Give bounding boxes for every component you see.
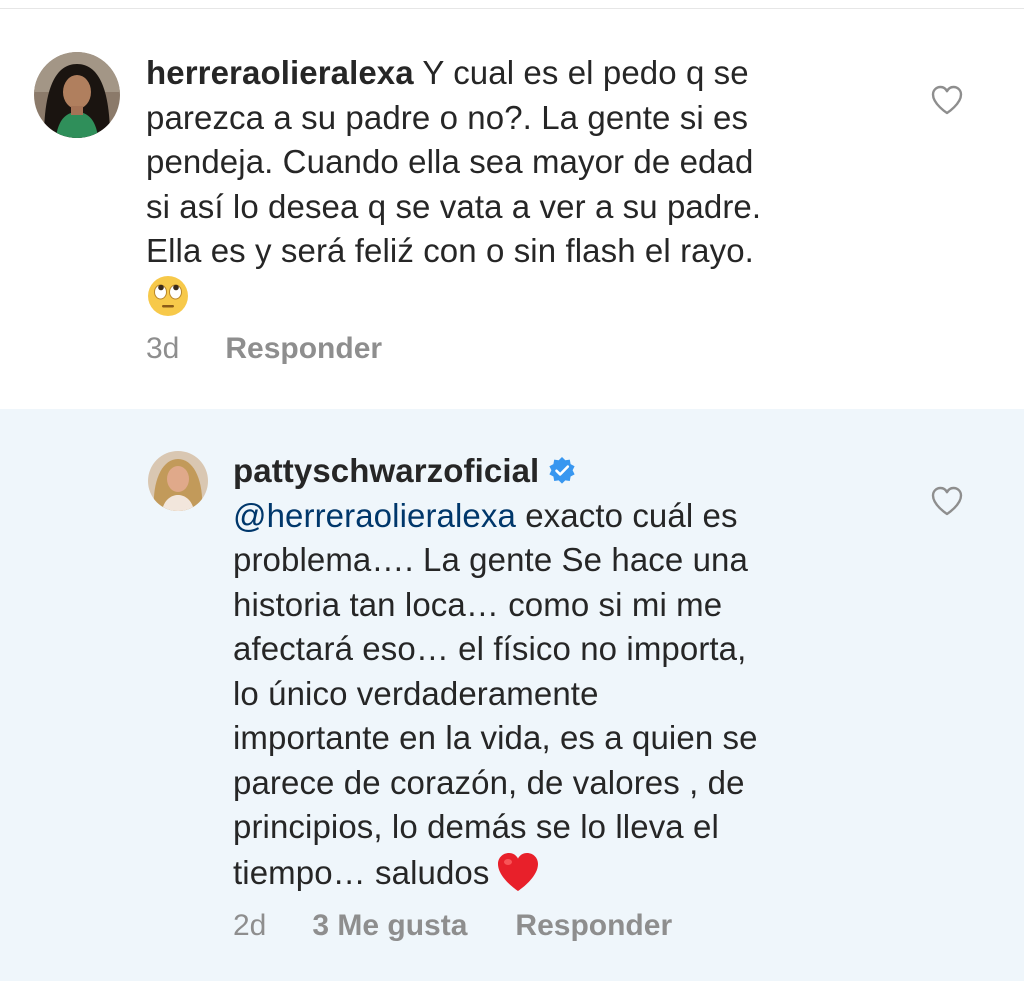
comment-meta: 2d 3 Me gusta Responder <box>233 909 672 943</box>
avatar[interactable] <box>34 52 120 138</box>
comment-timestamp: 2d <box>233 909 267 942</box>
comment-line: parece de corazón, de valores , de <box>233 763 745 801</box>
comment-line: importante en la vida, es a quien se <box>233 719 758 756</box>
face-with-rolling-eyes-emoji <box>146 274 190 318</box>
avatar[interactable] <box>148 451 208 511</box>
like-heart-icon[interactable] <box>930 485 964 517</box>
comment-username[interactable]: herreraolieralexa <box>146 54 414 91</box>
comment-line: problema…. La gente Se hace una <box>233 541 748 578</box>
comment-line: historia tan loca… como si mi me <box>233 585 723 623</box>
comment-meta: 3d Responder <box>146 332 382 366</box>
reply-button[interactable]: Responder <box>515 909 672 943</box>
red-heart-emoji <box>495 850 541 894</box>
comment-line: parezca a su padre o no?. La gente si es <box>146 98 749 136</box>
comment-timestamp: 3d <box>146 332 180 365</box>
comment-username[interactable]: pattyschwarzoficial <box>233 452 539 489</box>
comment-text: herreraolieralexa Y cual es el pedo q se… <box>146 51 876 321</box>
comment-line: pendeja. Cuando ella sea mayor de edad <box>146 143 754 180</box>
comment-line: afectará eso… el físico no importa, <box>233 630 747 667</box>
mention-link[interactable]: @herreraolieralexa <box>233 497 516 534</box>
comment-line: lo único verdaderamente <box>233 674 599 712</box>
comment-line: principios, lo demás se lo lleva el <box>233 808 719 845</box>
comment-line: si así lo desea q se vata a ver a su pad… <box>146 187 762 225</box>
reply-button[interactable]: Responder <box>225 332 382 366</box>
verified-badge-icon <box>547 456 577 486</box>
like-heart-icon[interactable] <box>930 84 964 116</box>
comment-pattyschwarzoficial: pattyschwarzoficial @herreraolieralexa e… <box>0 409 1024 981</box>
comment-line: Y cual es el pedo q se <box>422 54 749 91</box>
comment-herreraolieralexa: herreraolieralexa Y cual es el pedo q se… <box>0 9 1024 409</box>
comment-line: Ella es y será feliź con o sin flash el … <box>146 232 754 269</box>
comment-line: tiempo… saludos <box>233 853 490 891</box>
likes-count-button[interactable]: 3 Me gusta <box>312 909 467 943</box>
comment-line: exacto cuál es <box>525 496 738 534</box>
comment-text: pattyschwarzoficial @herreraolieralexa e… <box>233 449 883 895</box>
